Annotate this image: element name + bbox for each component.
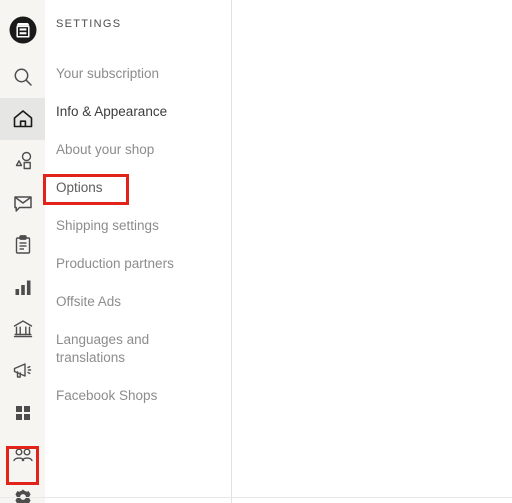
primary-icon-rail	[0, 0, 45, 503]
settings-menu-item-options[interactable]: Options	[56, 169, 231, 207]
marketing-megaphone-icon	[12, 360, 34, 382]
home-icon	[12, 108, 34, 130]
settings-menu-item-facebook-shops[interactable]: Facebook Shops	[56, 377, 231, 415]
messages-icon	[12, 192, 34, 214]
search-button[interactable]	[0, 56, 45, 98]
listings-button[interactable]	[0, 140, 45, 182]
finances-bank-icon	[12, 318, 34, 340]
community-button[interactable]	[0, 434, 45, 476]
settings-menu-item-info-appearance[interactable]: Info & Appearance	[56, 93, 231, 131]
main-content-area	[232, 0, 512, 503]
settings-button[interactable]	[0, 476, 45, 503]
stats-bar-chart-icon	[12, 276, 34, 298]
settings-menu-item-about-your-shop[interactable]: About your shop	[56, 131, 231, 169]
settings-menu-item-offsite-ads[interactable]: Offsite Ads	[56, 283, 231, 321]
orders-button[interactable]	[0, 224, 45, 266]
home-button[interactable]	[0, 98, 45, 140]
orders-clipboard-icon	[12, 234, 34, 256]
settings-gear-icon	[12, 486, 34, 503]
finances-button[interactable]	[0, 308, 45, 350]
page-title: SETTINGS	[56, 18, 122, 30]
messages-button[interactable]	[0, 182, 45, 224]
search-icon	[12, 66, 34, 88]
stats-button[interactable]	[0, 266, 45, 308]
community-people-icon	[12, 444, 34, 466]
marketing-button[interactable]	[0, 350, 45, 392]
settings-screen: SETTINGS Your subscription Info & Appear…	[0, 0, 512, 503]
bottom-divider	[0, 497, 512, 498]
settings-menu-item-your-subscription[interactable]: Your subscription	[56, 55, 231, 93]
shop-logo-icon	[9, 16, 37, 44]
settings-menu-item-shipping-settings[interactable]: Shipping settings	[56, 207, 231, 245]
integrations-button[interactable]	[0, 392, 45, 434]
integrations-grid-icon	[12, 402, 34, 424]
settings-menu-item-languages-and-translations[interactable]: Languages and translations	[56, 321, 231, 377]
settings-menu-item-production-partners[interactable]: Production partners	[56, 245, 231, 283]
listings-icon	[12, 150, 34, 172]
settings-nav-panel: SETTINGS Your subscription Info & Appear…	[43, 0, 232, 503]
shop-logo-button[interactable]	[0, 8, 45, 52]
